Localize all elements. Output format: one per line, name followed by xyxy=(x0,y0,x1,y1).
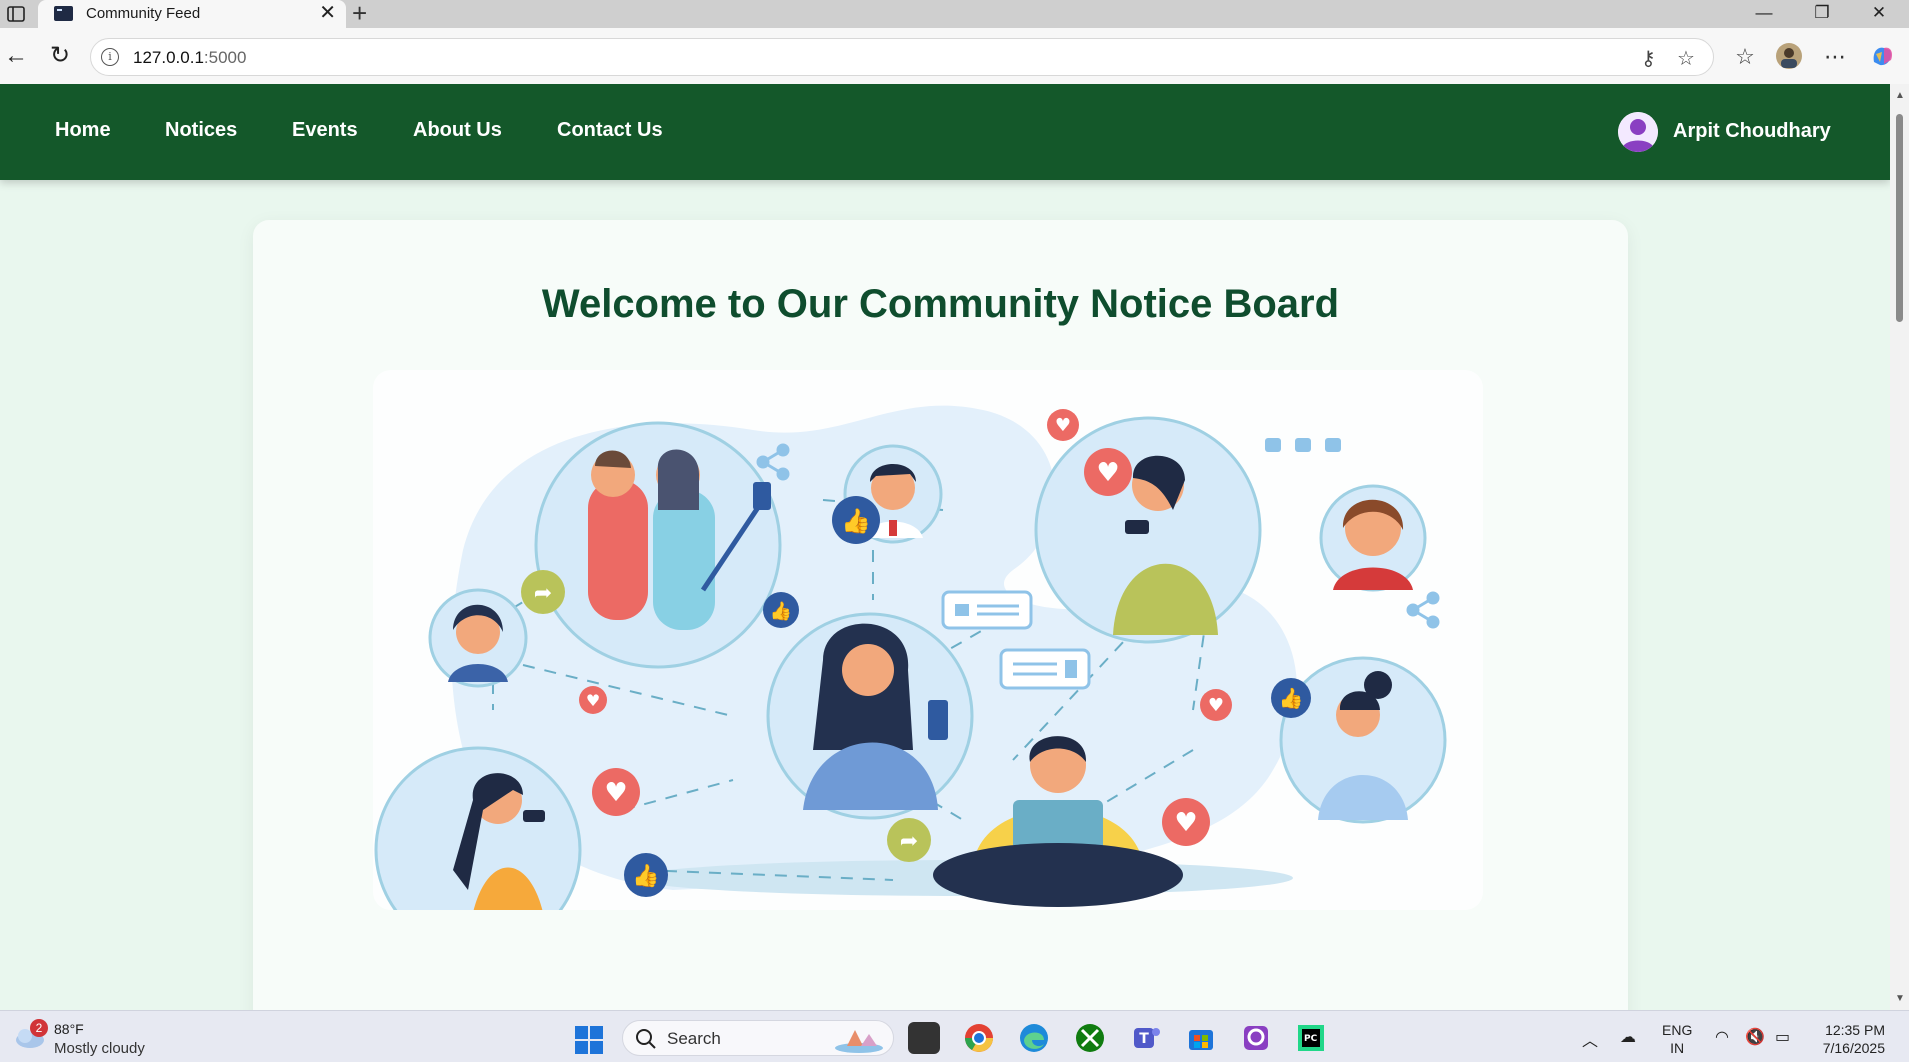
user-profile[interactable]: Arpit Choudhary xyxy=(1618,112,1850,152)
back-arrow-icon[interactable]: ← xyxy=(2,42,30,70)
edge-app-icon[interactable] xyxy=(1018,1022,1050,1054)
terminal-favicon-icon xyxy=(54,6,73,21)
restore-icon[interactable]: ❐ xyxy=(1795,0,1849,28)
app-launcher-icon[interactable] xyxy=(1240,1022,1272,1054)
user-name: Arpit Choudhary xyxy=(1673,120,1831,142)
chevron-up-icon[interactable]: ︿ xyxy=(1582,1027,1598,1051)
file-explorer-app-icon[interactable] xyxy=(908,1022,940,1054)
svg-text:♥: ♥ xyxy=(604,778,627,808)
tab-title: Community Feed xyxy=(86,5,201,22)
clock[interactable]: 12:35 PM 7/16/2025 xyxy=(1823,1021,1885,1057)
svg-text:♥: ♥ xyxy=(586,691,600,710)
scroll-up-icon[interactable]: ▲ xyxy=(1895,90,1905,101)
community-network-illustration: ♥ ♥ ♥ ♥ ♥ ♥ 👍 👍 👍 👍 ➦ ➦ xyxy=(374,405,1447,954)
svg-text:➦: ➦ xyxy=(534,581,552,606)
favorite-star-icon[interactable]: ☆ xyxy=(1677,46,1695,71)
minimize-icon[interactable]: — xyxy=(1737,0,1791,28)
language-indicator[interactable]: ENG IN xyxy=(1662,1021,1692,1057)
tab-actions-icon[interactable] xyxy=(6,4,26,24)
site-navbar: Home Notices Events About Us Contact Us … xyxy=(0,84,1890,180)
browser-toolbar: ← ↻ i 127.0.0.1:5000 ⚷ ☆ ☆ ⋯ xyxy=(0,28,1909,84)
url-text[interactable]: 127.0.0.1:5000 xyxy=(133,48,246,68)
window-close-icon[interactable]: ✕ xyxy=(1852,0,1906,28)
page-viewport: Home Notices Events About Us Contact Us … xyxy=(0,84,1890,1010)
svg-text:👍: 👍 xyxy=(841,507,871,535)
store-app-icon[interactable] xyxy=(1185,1022,1217,1054)
more-menu-icon[interactable]: ⋯ xyxy=(1820,42,1850,72)
page-title: Welcome to Our Community Notice Board xyxy=(541,282,1340,326)
teams-app-icon[interactable]: T xyxy=(1130,1022,1162,1054)
xbox-app-icon[interactable] xyxy=(1074,1022,1106,1054)
svg-text:PC: PC xyxy=(1304,1034,1318,1044)
weather-temperature[interactable]: 88°F xyxy=(54,1021,84,1037)
copilot-icon[interactable] xyxy=(1868,42,1896,70)
search-icon xyxy=(636,1029,656,1049)
key-icon[interactable]: ⚷ xyxy=(1641,46,1656,71)
wifi-icon[interactable]: ◠ xyxy=(1715,1027,1729,1047)
site-info-icon[interactable]: i xyxy=(101,48,119,66)
browser-tab-active[interactable]: Community Feed ✕ xyxy=(38,0,346,28)
refresh-icon[interactable]: ↻ xyxy=(46,42,74,70)
svg-text:♥: ♥ xyxy=(1174,808,1197,838)
nav-link-about-us[interactable]: About Us xyxy=(413,119,502,142)
profile-avatar-icon[interactable] xyxy=(1775,42,1803,70)
windows-start-icon[interactable] xyxy=(574,1025,604,1055)
favorites-icon[interactable]: ☆ xyxy=(1730,42,1760,72)
weather-description[interactable]: Mostly cloudy xyxy=(54,1040,145,1057)
new-tab-button[interactable]: + xyxy=(352,0,367,26)
search-highlight-icon xyxy=(835,1030,883,1053)
nav-link-events[interactable]: Events xyxy=(292,119,358,142)
address-bar[interactable]: i 127.0.0.1:5000 ⚷ ☆ xyxy=(90,38,1714,76)
onedrive-icon[interactable]: ☁ xyxy=(1620,1027,1636,1047)
svg-text:♥: ♥ xyxy=(1055,415,1071,436)
welcome-card: Welcome to Our Community Notice Board ♥ … xyxy=(253,220,1628,1010)
hero-illustration: ♥ ♥ ♥ ♥ ♥ ♥ 👍 👍 👍 👍 ➦ ➦ xyxy=(373,370,1483,954)
svg-text:👍: 👍 xyxy=(770,600,792,622)
svg-text:👍: 👍 xyxy=(632,863,659,889)
pycharm-app-icon[interactable]: PC xyxy=(1295,1022,1327,1054)
page-scrollbar[interactable]: ▲ ▼ xyxy=(1890,84,1909,1010)
search-label: Search xyxy=(667,1029,721,1048)
nav-link-home[interactable]: Home xyxy=(55,119,111,142)
chrome-app-icon[interactable] xyxy=(963,1022,995,1054)
volume-muted-icon[interactable]: 🔇 xyxy=(1745,1027,1765,1047)
svg-text:👍: 👍 xyxy=(1279,686,1304,710)
battery-icon[interactable]: ▭ xyxy=(1775,1027,1790,1047)
svg-text:T: T xyxy=(1139,1031,1149,1047)
svg-text:♥: ♥ xyxy=(1208,695,1224,716)
nav-link-notices[interactable]: Notices xyxy=(165,119,237,142)
windows-taskbar: 2 88°F Mostly cloudy Search T PC ︿ ☁ ENG… xyxy=(0,1010,1909,1062)
taskbar-search[interactable]: Search xyxy=(622,1020,894,1056)
scroll-thumb[interactable] xyxy=(1896,114,1903,322)
browser-tab-bar: Community Feed ✕ + — ❐ ✕ xyxy=(0,0,1909,28)
nav-link-contact-us[interactable]: Contact Us xyxy=(557,119,663,142)
user-avatar-icon xyxy=(1618,112,1658,152)
scroll-down-icon[interactable]: ▼ xyxy=(1895,993,1905,1004)
weather-alert-badge: 2 xyxy=(30,1019,48,1037)
svg-text:➦: ➦ xyxy=(900,829,918,854)
svg-text:♥: ♥ xyxy=(1096,458,1119,488)
tab-close-icon[interactable]: ✕ xyxy=(319,2,336,24)
